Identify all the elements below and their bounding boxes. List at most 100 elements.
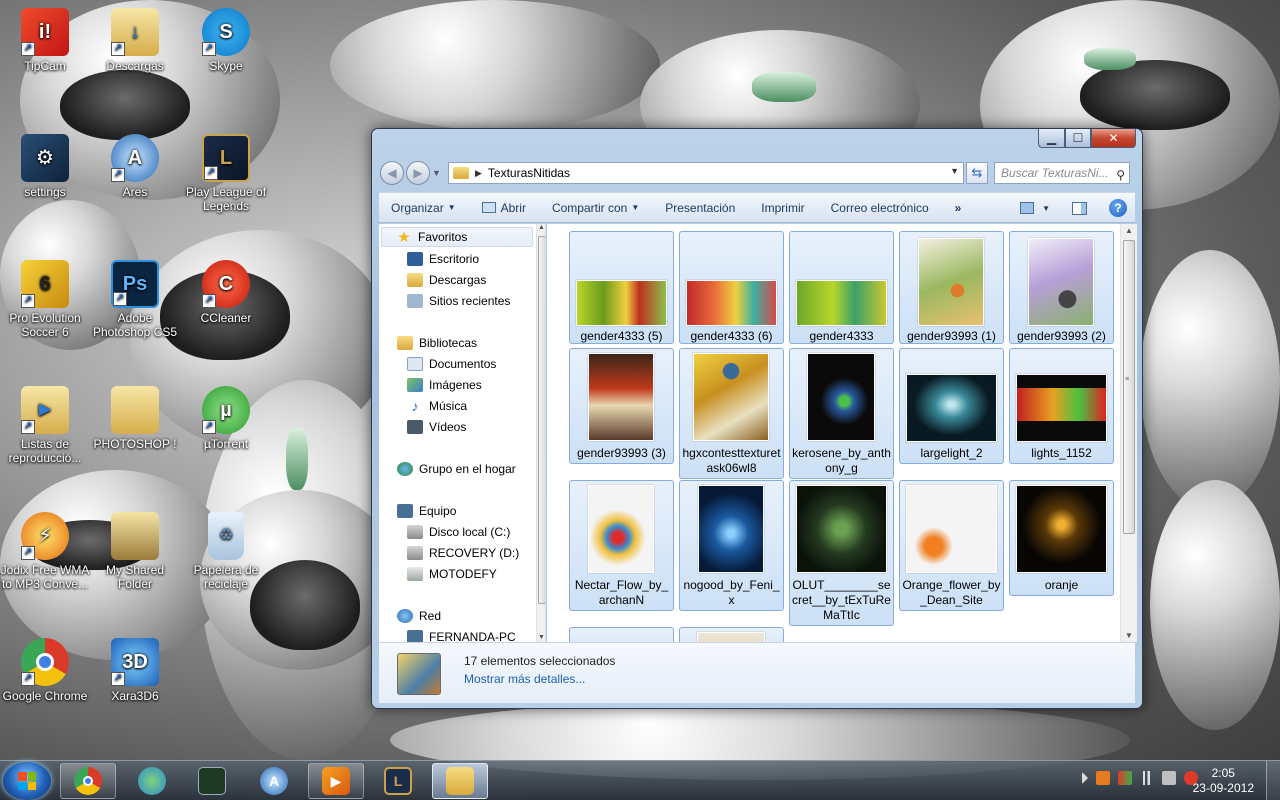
scroll-up-icon[interactable]: ▲ — [1125, 226, 1133, 235]
search-input[interactable]: Buscar TexturasNi... ⚲ — [994, 162, 1130, 184]
desktop-icon-ares[interactable]: A ↗ Ares — [90, 134, 180, 199]
desktop-icon-playlists[interactable]: ▶ ↗ Listas de reproducció... — [0, 386, 90, 465]
nav-computer[interactable]: Equipo — [397, 501, 456, 521]
file-item[interactable]: lights_1152 — [1009, 348, 1114, 464]
desktop-icon-skype[interactable]: S ↗ Skype — [181, 8, 271, 73]
nav-downloads[interactable]: Descargas — [407, 270, 486, 290]
recent-pages-dropdown[interactable]: ▼ — [432, 168, 442, 178]
nav-fernanda-pc[interactable]: FERNANDA-PC — [407, 627, 516, 642]
close-button[interactable]: ✕ — [1091, 129, 1136, 148]
share-button[interactable]: Compartir con ▼ — [552, 201, 639, 215]
file-item[interactable] — [679, 627, 784, 642]
file-item[interactable]: hgxcontesttexturetask06wl8 — [679, 348, 784, 479]
desktop-icon-settings[interactable]: ⚙ settings — [0, 134, 90, 199]
file-item[interactable]: gender4333 (5) — [569, 231, 674, 344]
nav-network[interactable]: Red — [397, 606, 441, 626]
desktop-icon-tipcam[interactable]: i! ↗ TipCam — [0, 8, 90, 73]
taskbar-league[interactable]: L — [370, 763, 426, 799]
file-item[interactable]: gender93993 (1) — [899, 231, 1004, 344]
desktop-icon-jodix[interactable]: ⚡ ↗ Jodix Free WMA to MP3 Conve... — [0, 512, 90, 591]
tray-app-icon[interactable] — [1096, 771, 1110, 785]
taskbar-ares[interactable]: A — [246, 763, 302, 799]
taskbar-media-player[interactable]: ▶ — [308, 763, 364, 799]
file-item[interactable]: gender4333 — [789, 231, 894, 344]
scroll-down-icon[interactable]: ▼ — [1125, 631, 1133, 640]
desktop-icon-chrome[interactable]: ↗ Google Chrome — [0, 638, 90, 703]
scroll-up-icon[interactable]: ▲ — [538, 224, 545, 231]
scrollbar-thumb[interactable] — [1123, 240, 1135, 534]
desktop-icon-league[interactable]: L ↗ Play League of Legends — [181, 134, 271, 213]
documents-icon — [407, 357, 423, 371]
tray-flag-icon[interactable] — [1118, 771, 1132, 785]
email-button[interactable]: Correo electrónico — [831, 201, 929, 215]
nav-libraries[interactable]: Bibliotecas — [397, 333, 477, 353]
desktop-icon-ccleaner[interactable]: C ↗ CCleaner — [181, 260, 271, 325]
file-item[interactable]: gender93993 (2) — [1009, 231, 1114, 344]
refresh-button[interactable]: ⇆ — [966, 162, 988, 184]
explorer-window[interactable]: ▁ ☐ ✕ ◀ ▶ ▼ ▶ TexturasNitidas ▼ ⇆ Buscar… — [371, 128, 1143, 709]
desktop-icon-shared-folder[interactable]: My Shared Folder — [90, 512, 180, 591]
forward-button[interactable]: ▶ — [406, 161, 430, 185]
volume-icon[interactable] — [1082, 772, 1088, 784]
more-commands-button[interactable]: » — [955, 201, 962, 215]
view-options-dropdown[interactable]: ▼ — [1042, 204, 1050, 213]
print-button[interactable]: Imprimir — [761, 201, 804, 215]
file-item[interactable]: gender93993 (3) — [569, 348, 674, 464]
taskbar-explorer[interactable] — [432, 763, 488, 799]
nav-music[interactable]: ♪ Música — [407, 396, 468, 416]
desktop-icon-photoshop-folder[interactable]: PHOTOSHOP ! — [90, 386, 180, 451]
nav-motodefy[interactable]: MOTODEFY — [407, 564, 497, 584]
clock[interactable]: 2:05 23-09-2012 — [1193, 766, 1254, 796]
file-item[interactable] — [569, 627, 674, 642]
file-item[interactable]: oranje — [1009, 480, 1114, 596]
show-desktop-button[interactable] — [1266, 761, 1280, 800]
taskbar-chrome[interactable] — [60, 763, 116, 799]
preview-pane-icon[interactable] — [1072, 201, 1087, 215]
organize-button[interactable]: Organizar ▼ — [391, 201, 456, 215]
scrollbar-thumb[interactable] — [538, 236, 545, 604]
help-icon[interactable]: ? — [1109, 199, 1127, 217]
desktop-icon-photoshop[interactable]: Ps ↗ Adobe Photoshop CS5 — [90, 260, 180, 339]
breadcrumb-current[interactable]: TexturasNitidas — [488, 166, 570, 180]
network-signal-icon[interactable] — [1140, 771, 1154, 785]
file-list-scrollbar[interactable]: ▲ ≡ ▼ — [1120, 224, 1137, 642]
nav-documents[interactable]: Documentos — [407, 354, 496, 374]
desktop-icon-recycle-bin[interactable]: ♻ Papelera de reciclaje — [181, 512, 271, 591]
scroll-down-icon[interactable]: ▼ — [538, 634, 545, 641]
desktop-icon-xara3d[interactable]: 3D ↗ Xara3D6 — [90, 638, 180, 703]
file-item[interactable]: kerosene_by_anthony_g — [789, 348, 894, 479]
nav-recent[interactable]: Sitios recientes — [407, 291, 510, 311]
nav-recovery[interactable]: RECOVERY (D:) — [407, 543, 519, 563]
nav-favorites[interactable]: ★ Favoritos — [381, 227, 533, 247]
taskbar-task-manager[interactable] — [184, 763, 240, 799]
file-item[interactable]: nogood_by_Feni_x — [679, 480, 784, 611]
maximize-button[interactable]: ☐ — [1065, 129, 1091, 148]
desktop-icon-pes6[interactable]: 6 ↗ Pro Evolution Soccer 6 — [0, 260, 90, 339]
taskbar-messenger[interactable] — [124, 763, 180, 799]
file-item[interactable]: Orange_flower_by_Dean_Site — [899, 480, 1004, 611]
nav-videos[interactable]: Vídeos — [407, 417, 466, 437]
start-button[interactable] — [3, 762, 51, 800]
file-item[interactable]: OLUT________secret__by_tExTuReMaTtIc — [789, 480, 894, 626]
file-item[interactable]: Nectar_Flow_by_archanN — [569, 480, 674, 611]
navigation-scrollbar[interactable]: ▲ ▼ — [536, 224, 545, 642]
nav-images[interactable]: Imágenes — [407, 375, 482, 395]
file-item[interactable]: gender4333 (6) — [679, 231, 784, 344]
minimize-button[interactable]: ▁ — [1038, 129, 1065, 148]
slideshow-button[interactable]: Presentación — [665, 201, 735, 215]
desktop-icon-utorrent[interactable]: µ ↗ µTorrent — [181, 386, 271, 451]
change-view-icon[interactable] — [1020, 202, 1035, 214]
address-bar[interactable]: ▶ TexturasNitidas ▼ — [448, 162, 964, 184]
show-more-details-link[interactable]: Mostrar más detalles... — [464, 672, 585, 686]
file-item[interactable]: largelight_2 — [899, 348, 1004, 464]
nav-desktop[interactable]: Escritorio — [407, 249, 479, 269]
back-button[interactable]: ◀ — [380, 161, 404, 185]
nav-homegroup[interactable]: Grupo en el hogar — [397, 459, 516, 479]
desktop-icon-descargas[interactable]: ↓ ↗ Descargas — [90, 8, 180, 73]
address-dropdown-icon[interactable]: ▼ — [950, 166, 959, 176]
nav-local-disk[interactable]: Disco local (C:) — [407, 522, 510, 542]
open-button[interactable]: Abrir — [481, 201, 526, 215]
breadcrumb-separator-icon[interactable]: ▶ — [475, 168, 482, 179]
search-icon[interactable]: ⚲ — [1116, 165, 1125, 185]
power-icon[interactable] — [1162, 771, 1176, 785]
